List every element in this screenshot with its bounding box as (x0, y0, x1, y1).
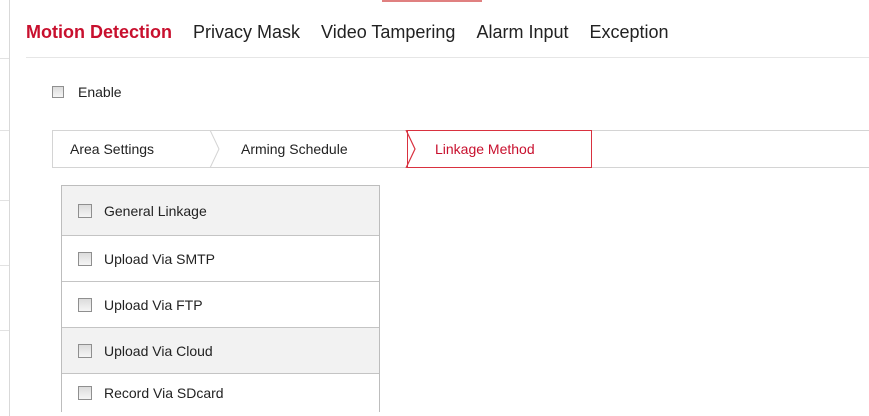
upload-cloud-checkbox[interactable] (78, 343, 92, 358)
top-accent-bar (382, 0, 482, 2)
tab-motion-detection[interactable]: Motion Detection (26, 19, 172, 45)
sidebar-divider (0, 58, 9, 59)
linkage-item-label: General Linkage (104, 202, 207, 219)
general-linkage-checkbox[interactable] (78, 203, 92, 218)
tab-video-tampering[interactable]: Video Tampering (321, 19, 455, 45)
sidebar-divider (0, 330, 9, 331)
upload-smtp-checkbox[interactable] (78, 251, 92, 266)
linkage-method-list: General Linkage Upload Via SMTP Upload V… (61, 185, 380, 412)
linkage-item-record-sdcard: Record Via SDcard (62, 374, 379, 412)
record-sdcard-checkbox[interactable] (78, 386, 92, 400)
linkage-item-label: Upload Via SMTP (104, 250, 216, 267)
linkage-item-upload-ftp: Upload Via FTP (62, 282, 379, 328)
top-accent-strip (0, 0, 869, 2)
tab-separator-chevron-icon (405, 130, 416, 168)
main-tabs: Motion Detection Privacy Mask Video Tamp… (26, 19, 690, 49)
subtab-linkage-method[interactable]: Linkage Method (407, 130, 592, 168)
subtab-arming-schedule[interactable]: Arming Schedule (241, 131, 348, 167)
linkage-item-label: Upload Via Cloud (104, 342, 213, 359)
subtab-area-settings[interactable]: Area Settings (70, 131, 154, 167)
sidebar-divider (0, 265, 9, 266)
linkage-item-upload-cloud: Upload Via Cloud (62, 328, 379, 374)
linkage-item-label: Upload Via FTP (104, 296, 203, 313)
tab-exception[interactable]: Exception (590, 19, 669, 45)
tab-separator-chevron-icon (209, 130, 220, 168)
enable-row: Enable (52, 83, 122, 101)
main-tabs-divider (26, 57, 869, 58)
sidebar-divider (0, 200, 9, 201)
linkage-item-label: Record Via SDcard (104, 385, 224, 401)
tab-alarm-input[interactable]: Alarm Input (476, 19, 568, 45)
sidebar-divider (0, 130, 9, 131)
linkage-item-upload-smtp: Upload Via SMTP (62, 236, 379, 282)
left-sidebar-edge (0, 0, 10, 416)
sub-tabs: Area Settings Arming Schedule Linkage Me… (52, 130, 869, 168)
linkage-item-general-linkage: General Linkage (62, 186, 379, 236)
tab-privacy-mask[interactable]: Privacy Mask (193, 19, 300, 45)
upload-ftp-checkbox[interactable] (78, 297, 92, 312)
enable-label: Enable (78, 84, 122, 100)
enable-checkbox[interactable] (52, 86, 64, 98)
